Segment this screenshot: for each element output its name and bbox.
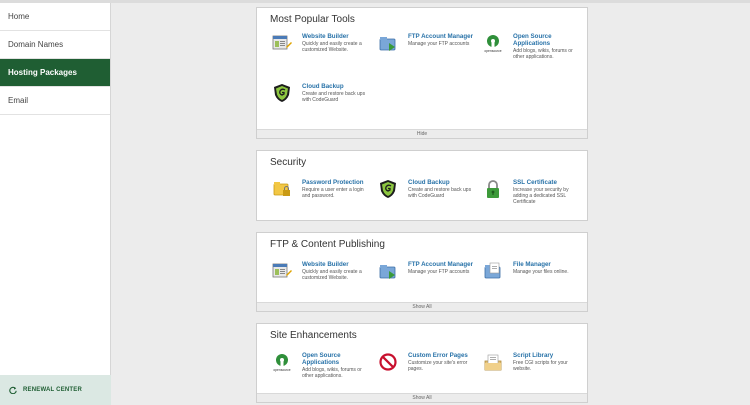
file-manager-icon (484, 262, 501, 279)
website-builder-icon (272, 263, 292, 278)
tool-description: Add blogs, wikis, forums or other applic… (302, 367, 362, 379)
tool-website-builder[interactable]: Website Builder Quickly and easily creat… (272, 33, 372, 53)
tool-ftp-account-manager[interactable]: FTP Account Manager Manage your FTP acco… (378, 33, 478, 53)
show-all-toggle[interactable]: Show All (257, 393, 587, 402)
tool-title[interactable]: FTP Account Manager (408, 33, 478, 40)
tool-cloud-backup[interactable]: Cloud Backup Create and restore back ups… (378, 179, 478, 199)
panel-title: Security (270, 157, 307, 168)
codeguard-icon (274, 84, 290, 102)
tool-description: Increase your security by adding a dedic… (513, 187, 569, 205)
refresh-icon (9, 386, 17, 394)
tool-custom-error-pages[interactable]: Custom Error Pages Customize your site's… (378, 352, 478, 372)
sidebar-item-email[interactable]: Email (0, 87, 110, 115)
sidebar-item-domain-names[interactable]: Domain Names (0, 31, 110, 59)
tool-description: Quickly and easily create a customized W… (302, 41, 362, 53)
tool-description: Free CGI scripts for your website. (513, 360, 568, 372)
tool-description: Create and restore back ups with CodeGua… (302, 91, 366, 103)
panel-title: Site Enhancements (270, 330, 357, 341)
tool-script-library[interactable]: Script Library Free CGI scripts for your… (483, 352, 583, 372)
svg-text:opensource: opensource (484, 49, 501, 53)
panel-title: Most Popular Tools (270, 14, 355, 25)
padlock-icon (487, 180, 499, 198)
panel-title: FTP & Content Publishing (270, 239, 385, 250)
svg-text:opensource: opensource (273, 368, 290, 372)
folder-lock-icon (273, 182, 290, 196)
error-pages-icon (379, 353, 397, 371)
tool-title[interactable]: Cloud Backup (408, 179, 478, 186)
tool-password-protection[interactable]: Password Protection Require a user enter… (272, 179, 372, 199)
main-content: Most Popular Tools Website Builder Quick… (112, 3, 750, 405)
codeguard-icon (380, 180, 396, 198)
panel-site-enhancements: Site Enhancements opensource Open Source… (256, 323, 588, 403)
tool-file-manager[interactable]: File Manager Manage your files online. (483, 261, 583, 281)
tool-ssl-certificate[interactable]: SSL Certificate Increase your security b… (483, 179, 583, 205)
sidebar: Home Domain Names Hosting Packages Email… (0, 3, 111, 405)
tool-title[interactable]: Open Source Applications (302, 352, 372, 366)
hide-toggle[interactable]: Hide (257, 129, 587, 138)
renewal-center-button[interactable]: RENEWAL CENTER (0, 375, 111, 405)
tool-title[interactable]: Cloud Backup (302, 83, 372, 90)
panel-most-popular-tools: Most Popular Tools Website Builder Quick… (256, 7, 588, 139)
tool-ftp-account-manager[interactable]: FTP Account Manager Manage your FTP acco… (378, 261, 478, 281)
tool-description: Quickly and easily create a customized W… (302, 269, 362, 281)
sidebar-item-hosting-packages[interactable]: Hosting Packages (0, 59, 110, 87)
tool-description: Customize your site's error pages. (408, 360, 468, 372)
script-library-icon (484, 354, 502, 371)
sidebar-item-home[interactable]: Home (0, 3, 110, 31)
open-source-icon: opensource (273, 354, 291, 372)
tool-title[interactable]: FTP Account Manager (408, 261, 478, 268)
tool-description: Manage your FTP accounts (408, 269, 470, 275)
open-source-icon: opensource (484, 35, 502, 53)
tool-title[interactable]: Password Protection (302, 179, 372, 186)
ftp-icon (379, 265, 396, 279)
show-all-toggle[interactable]: Show All (257, 302, 587, 311)
panel-security: Security Password Protection Require a u… (256, 150, 588, 221)
tool-title[interactable]: Open Source Applications (513, 33, 583, 47)
tool-title[interactable]: File Manager (513, 261, 583, 268)
renewal-center-label: RENEWAL CENTER (23, 387, 83, 393)
tool-open-source-applications[interactable]: opensource Open Source Applications Add … (483, 33, 583, 60)
website-builder-icon (272, 35, 292, 50)
tool-cloud-backup[interactable]: Cloud Backup Create and restore back ups… (272, 83, 372, 103)
ftp-icon (379, 37, 396, 51)
tool-description: Create and restore back ups with CodeGua… (408, 187, 472, 199)
tool-description: Manage your files online. (513, 269, 569, 275)
tool-open-source-applications[interactable]: opensource Open Source Applications Add … (272, 352, 372, 379)
tool-title[interactable]: SSL Certificate (513, 179, 583, 186)
tool-description: Require a user enter a login and passwor… (302, 187, 364, 199)
tool-title[interactable]: Script Library (513, 352, 583, 359)
tool-title[interactable]: Custom Error Pages (408, 352, 478, 359)
panel-ftp-content-publishing: FTP & Content Publishing Website Builder… (256, 232, 588, 312)
tool-title[interactable]: Website Builder (302, 33, 372, 40)
tool-description: Add blogs, wikis, forums or other applic… (513, 48, 573, 60)
tool-website-builder[interactable]: Website Builder Quickly and easily creat… (272, 261, 372, 281)
tool-title[interactable]: Website Builder (302, 261, 372, 268)
tool-description: Manage your FTP accounts (408, 41, 470, 47)
